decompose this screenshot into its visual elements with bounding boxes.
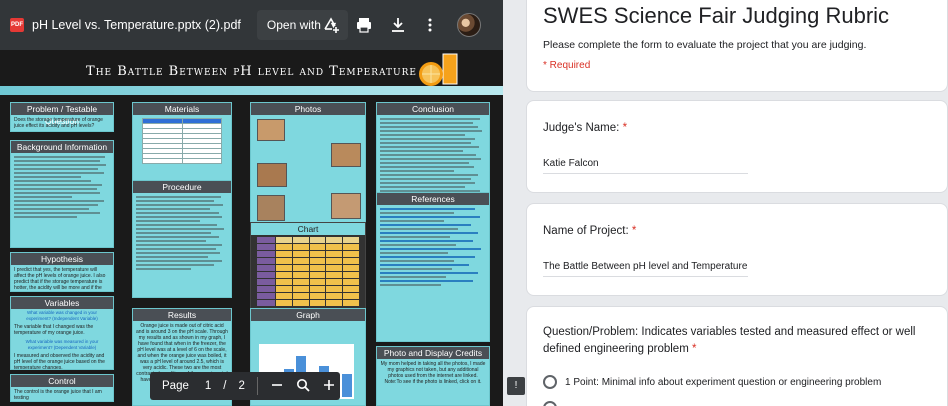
photo-3 — [257, 163, 287, 187]
photos-heading: Photos — [251, 103, 365, 115]
conclusion-heading: Conclusion — [377, 103, 489, 115]
form-title: SWES Science Fair Judging Rubric — [543, 3, 890, 28]
problem-heading: Problem / Testable Question — [11, 103, 113, 126]
photo-2 — [331, 143, 361, 167]
radio-circle-icon[interactable] — [543, 375, 557, 389]
required-note: * Required — [543, 60, 591, 71]
procedure-panel: Procedure — [132, 180, 232, 298]
page-label: Page — [162, 380, 189, 392]
zoom-out-icon[interactable] — [270, 378, 284, 394]
photo-4 — [331, 193, 361, 219]
radio-circle-icon[interactable] — [543, 401, 557, 406]
pdf-toolbar: PDF pH Level vs. Temperature.pptx (2).pd… — [0, 0, 503, 50]
screen: PDF pH Level vs. Temperature.pptx (2).pd… — [0, 0, 948, 406]
radio-option-label: 1 Point: Minimal info about experiment q… — [565, 376, 882, 388]
question-label: Judge's Name: * — [543, 120, 627, 137]
required-star: * — [622, 122, 628, 134]
references-panel: References — [376, 192, 490, 342]
control-heading: Control — [11, 375, 113, 387]
procedure-text — [133, 193, 231, 275]
form-description: Please complete the form to evaluate the… — [543, 39, 867, 51]
print-icon[interactable] — [355, 16, 373, 34]
question-project-name: Name of Project: * The Battle Between pH… — [526, 203, 948, 296]
control-text: The control is the orange juice that I a… — [14, 389, 102, 401]
orange-juice-image — [419, 53, 458, 86]
independent-variable-text: The variable that I changed was the temp… — [14, 324, 94, 336]
control-panel: Control The control is the orange juice … — [10, 374, 114, 402]
question-problem: Question/Problem: Indicates variables te… — [526, 306, 948, 406]
divider — [256, 377, 258, 395]
problem-text: Does the storage temperature of orange j… — [14, 117, 103, 129]
procedure-heading: Procedure — [133, 181, 231, 193]
question-label: Question/Problem: Indicates variables te… — [543, 324, 933, 358]
independent-variable-question: What variable was changed in your experi… — [26, 310, 98, 321]
materials-table — [142, 118, 222, 164]
data-table-chart — [257, 237, 359, 311]
radio-option-next[interactable] — [543, 401, 565, 406]
background-heading: Background Information — [11, 141, 113, 153]
page-controls: Page 1 / 2 — [150, 372, 340, 400]
judge-name-input[interactable]: Katie Falcon — [543, 158, 748, 174]
page-separator: / — [223, 380, 227, 392]
results-heading: Results — [133, 309, 231, 321]
question-text: Judge's Name: — [543, 122, 620, 134]
page-number-input[interactable]: 1 — [205, 380, 211, 392]
google-form: SWES Science Fair Judging Rubric Please … — [503, 0, 948, 406]
radio-option-1-point[interactable]: 1 Point: Minimal info about experiment q… — [543, 375, 881, 389]
credits-panel: Photo and Display Credits My mom helped … — [376, 346, 490, 406]
references-heading: References — [377, 193, 489, 205]
feedback-icon[interactable]: ! — [507, 377, 525, 395]
question-judge-name: Judge's Name: * Katie Falcon — [526, 100, 948, 193]
hypothesis-heading: Hypothesis — [11, 253, 113, 265]
variables-panel: Variables What variable was changed in y… — [10, 296, 114, 370]
background-panel: Background Information — [10, 140, 114, 248]
pdf-file-name: pH Level vs. Temperature.pptx (2).pdf — [32, 18, 241, 32]
slide-page: The Battle Between pH level and Temperat… — [0, 50, 503, 406]
add-to-drive-icon[interactable] — [322, 16, 340, 34]
project-name-input[interactable]: The Battle Between pH level and Temperat… — [543, 261, 748, 277]
required-star: * — [631, 225, 637, 237]
dependent-variable-text: I measured and observed the acidity and … — [14, 353, 105, 370]
download-icon[interactable] — [389, 16, 407, 34]
photos-panel: Photos — [250, 102, 366, 226]
problem-panel: Problem / Testable Question Does the sto… — [10, 102, 114, 132]
question-text: Name of Project: — [543, 225, 629, 237]
variables-heading: Variables — [11, 297, 113, 309]
form-header-card: SWES Science Fair Judging Rubric Please … — [526, 0, 948, 92]
question-label: Name of Project: * — [543, 223, 636, 240]
pdf-viewer: PDF pH Level vs. Temperature.pptx (2).pd… — [0, 0, 503, 406]
pdf-file-icon: PDF — [10, 18, 24, 32]
zoom-icon[interactable] — [296, 378, 310, 395]
references-list — [377, 205, 489, 291]
chart-heading: Chart — [251, 223, 365, 235]
zoom-in-icon[interactable] — [322, 378, 336, 394]
materials-heading: Materials — [133, 103, 231, 115]
more-options-icon[interactable] — [421, 16, 439, 34]
graph-heading: Graph — [251, 309, 365, 321]
credits-heading: Photo and Display Credits — [377, 347, 489, 359]
hypothesis-text: I predict that yes, the temperature will… — [14, 267, 106, 291]
question-text: Question/Problem: Indicates variables te… — [543, 326, 916, 355]
materials-panel: Materials — [132, 102, 232, 182]
open-with-label: Open with — [266, 18, 321, 32]
credits-text: My mom helped in taking all the photos, … — [380, 361, 486, 385]
photo-5 — [257, 195, 285, 221]
photo-1 — [257, 119, 285, 141]
hypothesis-panel: Hypothesis I predict that yes, the tempe… — [10, 252, 114, 292]
avatar[interactable] — [457, 13, 481, 37]
chart-panel: Chart — [250, 222, 366, 314]
required-star: * — [691, 343, 697, 355]
page-total: 2 — [238, 380, 245, 392]
dependent-variable-question: What variable was measured in your exper… — [25, 339, 99, 350]
background-text — [11, 153, 113, 223]
